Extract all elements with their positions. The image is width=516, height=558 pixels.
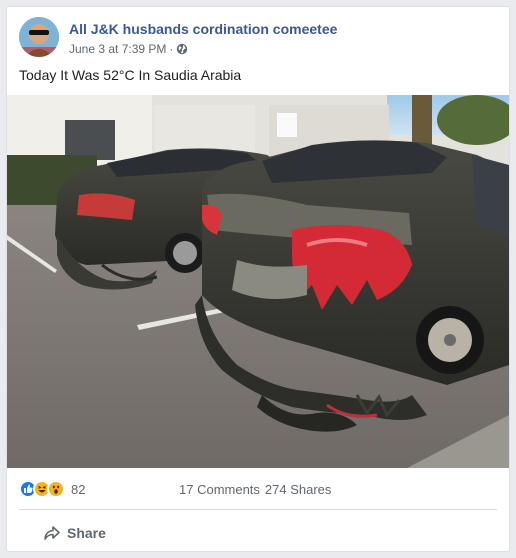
share-button[interactable]: Share — [43, 519, 106, 547]
comments-count[interactable]: 17 Comments — [179, 482, 260, 497]
page-name-link[interactable]: All J&K husbands cordination comeetee — [69, 21, 337, 37]
post-timestamp[interactable]: June 3 at 7:39 PM — [69, 42, 166, 56]
shares-count[interactable]: 274 Shares — [265, 482, 332, 497]
post-card: All J&K husbands cordination comeetee Ju… — [6, 6, 510, 552]
post-photo[interactable] — [7, 95, 509, 468]
share-arrow-icon — [44, 526, 60, 540]
engagement-stats: 17 Comments 274 Shares — [179, 482, 331, 497]
meta-separator: · — [169, 42, 174, 56]
share-label: Share — [67, 525, 106, 541]
post-text: Today It Was 52°C In Saudia Arabia — [19, 67, 242, 83]
divider — [19, 509, 497, 510]
post-meta: June 3 at 7:39 PM · — [69, 42, 188, 56]
wow-icon — [47, 480, 65, 498]
avatar[interactable] — [19, 17, 59, 57]
globe-icon[interactable] — [176, 43, 188, 55]
post-header: All J&K husbands cordination comeetee Ju… — [19, 17, 497, 61]
reaction-count[interactable]: 82 — [71, 482, 85, 497]
reactions-bar: 82 17 Comments 274 Shares — [19, 477, 497, 501]
reaction-icons[interactable] — [19, 480, 65, 498]
